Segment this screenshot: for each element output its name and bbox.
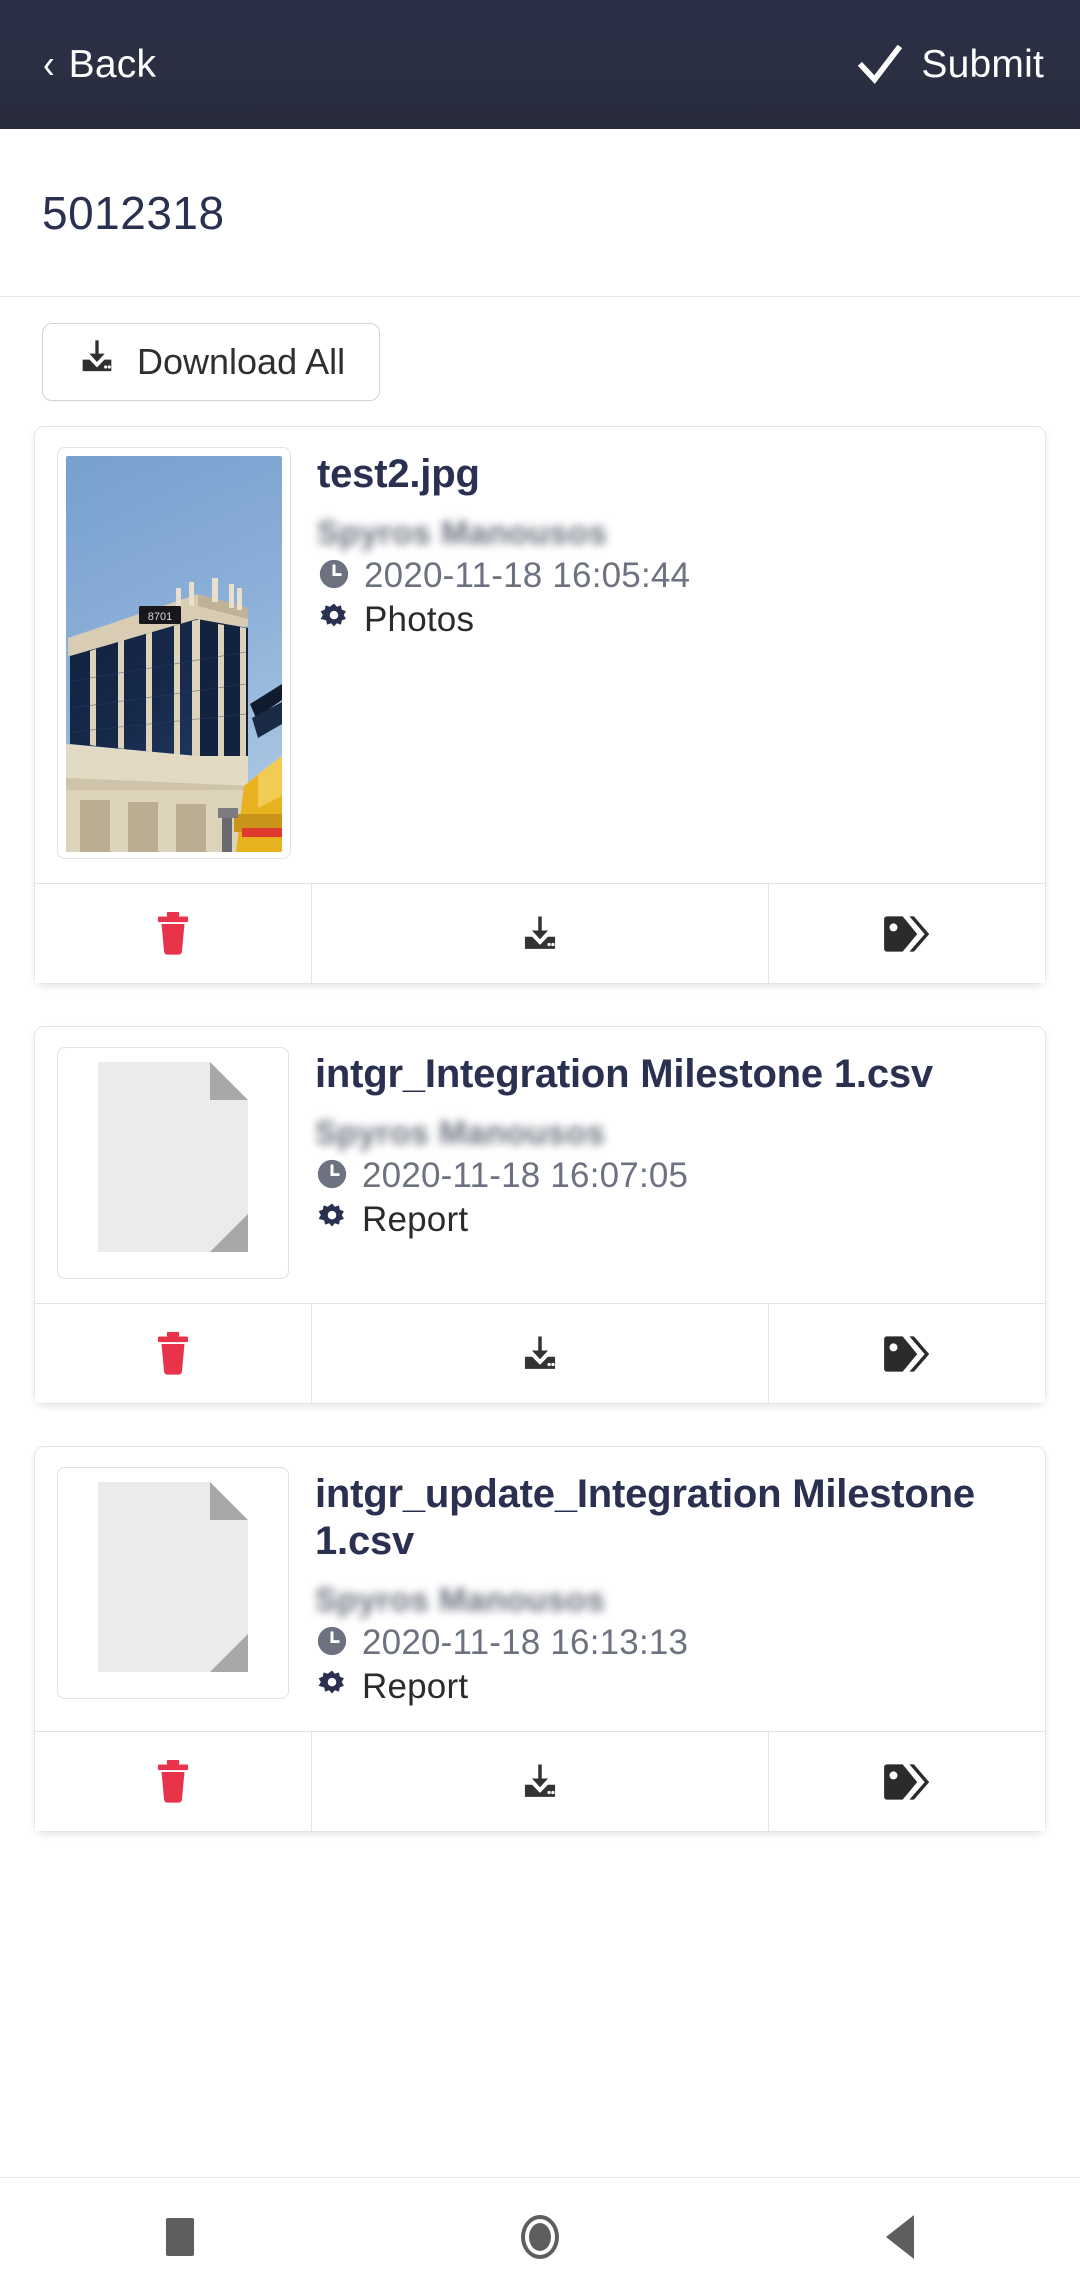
tags-icon — [884, 915, 930, 952]
attachment-list: 8701 test2.jpg Spyros Manousos 2020-11-1… — [0, 426, 1080, 2177]
recents-button[interactable] — [0, 2217, 360, 2256]
download-all-button[interactable]: Download All — [42, 322, 381, 401]
attachment-author: Spyros Manousos — [315, 1581, 606, 1619]
attachment-timestamp-row: 2020-11-18 16:05:44 — [317, 556, 1023, 596]
attachment-file-name: intgr_update_Integration Milestone 1.csv — [315, 1472, 975, 1564]
app-screen: ‹ Back Submit 5012318 Download All 8701 … — [0, 0, 1080, 2295]
system-navigation-bar — [0, 2177, 1080, 2295]
clock-icon — [317, 557, 351, 596]
attachment-thumbnail[interactable]: 8701 — [57, 447, 291, 859]
square-icon — [166, 2217, 194, 2256]
attachment-category: Photos — [364, 600, 475, 640]
home-button[interactable] — [360, 2214, 720, 2259]
download-button[interactable] — [311, 1304, 768, 1403]
attachment-card-body: 8701 test2.jpg Spyros Manousos 2020-11-1… — [35, 427, 1045, 883]
attachment-author: Spyros Manousos — [315, 1114, 606, 1152]
document-placeholder-icon — [98, 1482, 248, 1672]
trash-icon — [157, 1759, 189, 1803]
tags-icon — [884, 1335, 930, 1372]
attachment-card[interactable]: 8701 test2.jpg Spyros Manousos 2020-11-1… — [34, 426, 1046, 984]
attachment-timestamp: 2020-11-18 16:07:05 — [362, 1156, 689, 1196]
photo-thumbnail-image: 8701 — [66, 456, 282, 852]
attachment-timestamp-row: 2020-11-18 16:07:05 — [315, 1156, 1023, 1196]
attachment-card[interactable]: intgr_update_Integration Milestone 1.csv… — [34, 1446, 1046, 1833]
clock-icon — [315, 1157, 349, 1196]
chevron-left-icon: ‹ — [43, 41, 55, 87]
page-title: 5012318 — [42, 186, 225, 239]
attachment-category-row: Report — [315, 1200, 1023, 1240]
attachment-category-row: Photos — [317, 600, 1023, 640]
download-button[interactable] — [311, 884, 768, 983]
download-icon — [524, 1336, 556, 1369]
attachment-details: intgr_Integration Milestone 1.csv Spyros… — [289, 1047, 1023, 1279]
attachment-card[interactable]: intgr_Integration Milestone 1.csv Spyros… — [34, 1026, 1046, 1404]
submit-button-label: Submit — [921, 42, 1044, 86]
triangle-left-icon — [886, 2214, 914, 2259]
attachment-timestamp-row: 2020-11-18 16:13:13 — [315, 1623, 1023, 1663]
attachment-thumbnail[interactable] — [57, 1047, 289, 1279]
delete-button[interactable] — [35, 1732, 312, 1832]
attachment-details: test2.jpg Spyros Manousos 2020-11-18 16:… — [291, 447, 1023, 859]
attachment-details: intgr_update_Integration Milestone 1.csv… — [289, 1467, 1023, 1707]
download-all-label: Download All — [137, 340, 346, 382]
download-icon — [524, 1764, 556, 1797]
svg-text:8701: 8701 — [148, 611, 172, 623]
download-icon — [77, 337, 117, 386]
download-icon — [524, 916, 556, 949]
circle-icon — [521, 2214, 559, 2259]
trash-icon — [157, 1331, 189, 1375]
attachment-actions — [35, 1731, 1046, 1832]
gear-icon — [317, 601, 351, 640]
attachment-category: Report — [362, 1200, 469, 1240]
attachment-actions — [35, 883, 1046, 983]
attachment-card-body: intgr_update_Integration Milestone 1.csv… — [35, 1447, 1045, 1731]
clock-icon — [315, 1624, 349, 1663]
attachment-thumbnail[interactable] — [57, 1467, 289, 1699]
title-bar: 5012318 — [0, 129, 1080, 297]
submit-button[interactable]: Submit — [857, 43, 1044, 87]
document-placeholder-icon — [98, 1062, 248, 1252]
app-bar: ‹ Back Submit — [0, 0, 1080, 129]
tags-button[interactable] — [767, 884, 1046, 983]
download-button[interactable] — [311, 1732, 768, 1832]
attachment-card-body: intgr_Integration Milestone 1.csv Spyros… — [35, 1027, 1045, 1303]
attachment-timestamp: 2020-11-18 16:05:44 — [364, 556, 691, 596]
back-button-label: Back — [68, 42, 157, 86]
check-icon — [857, 44, 903, 85]
toolbar: Download All — [0, 297, 1080, 426]
tags-icon — [884, 1764, 930, 1800]
attachment-file-name: intgr_Integration Milestone 1.csv — [315, 1052, 933, 1096]
delete-button[interactable] — [35, 1304, 312, 1403]
gear-icon — [315, 1668, 349, 1707]
attachment-category-row: Report — [315, 1667, 1023, 1707]
attachment-category: Report — [362, 1667, 469, 1707]
tags-button[interactable] — [767, 1304, 1046, 1403]
attachment-file-name: test2.jpg — [317, 452, 480, 496]
attachment-timestamp: 2020-11-18 16:13:13 — [362, 1623, 689, 1663]
back-button[interactable]: ‹ Back — [42, 43, 156, 87]
trash-icon — [157, 911, 189, 955]
attachment-author: Spyros Manousos — [317, 514, 608, 552]
delete-button[interactable] — [35, 884, 312, 983]
attachment-actions — [35, 1303, 1046, 1403]
gear-icon — [315, 1201, 349, 1240]
back-nav-button[interactable] — [720, 2214, 1080, 2259]
tags-button[interactable] — [767, 1732, 1046, 1832]
